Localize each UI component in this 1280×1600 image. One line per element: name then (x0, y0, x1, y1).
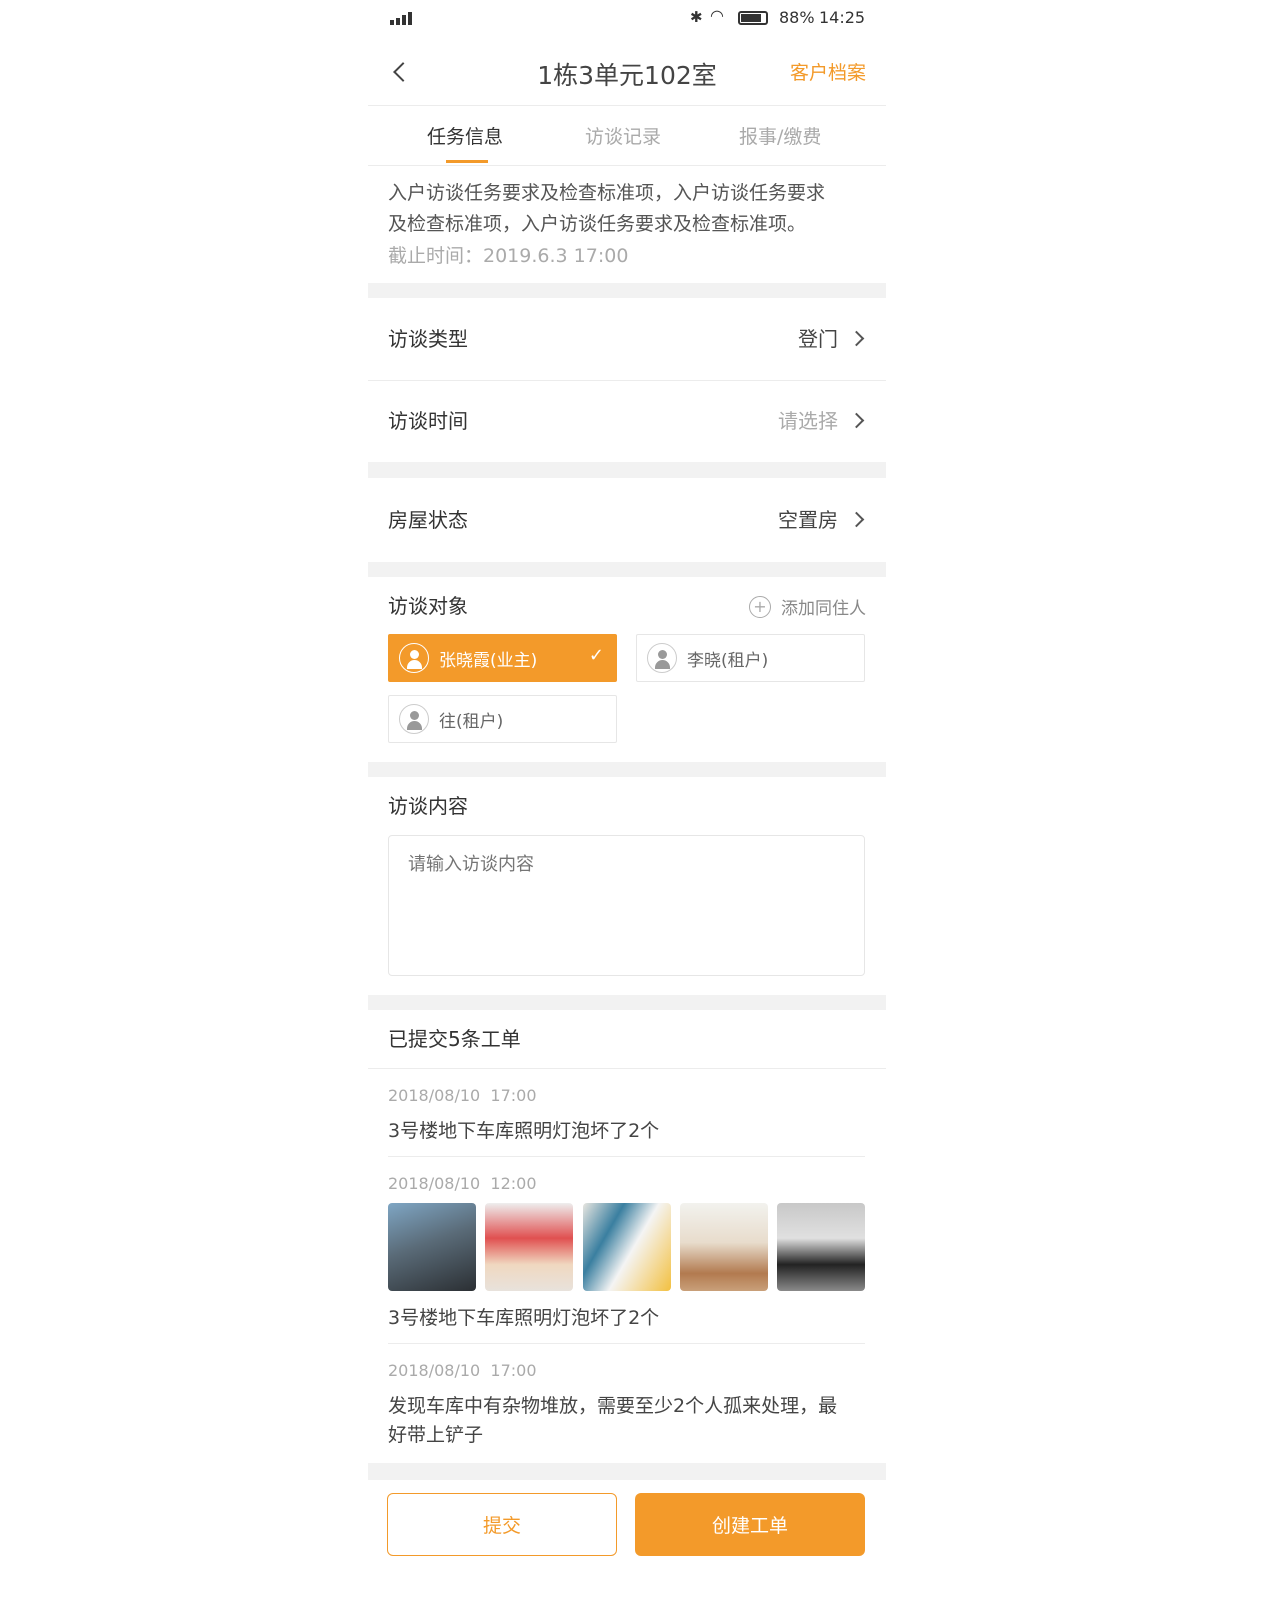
order-date: 2018/08/10 17:00 (388, 1086, 537, 1105)
person-name: 张晓霞(业主) (439, 650, 538, 671)
customer-profile-link[interactable]: 客户档案 (790, 58, 866, 85)
person-name: 李晓(租户) (687, 650, 769, 671)
battery-percent: 88% (779, 8, 815, 27)
chevron-right-icon (848, 330, 865, 347)
row-label: 访谈类型 (388, 327, 468, 351)
wifi-icon: ◠ (710, 6, 724, 25)
order-text: 发现车库中有杂物堆放，需要至少2个人孤来处理，最 (388, 1395, 838, 1417)
row-value: 请选择 (778, 409, 838, 433)
tab-visit-records[interactable]: 访谈记录 (585, 122, 661, 149)
order-photo-dining[interactable] (680, 1203, 768, 1291)
submit-button[interactable]: 提交 (387, 1493, 617, 1556)
avatar-icon (647, 643, 677, 673)
person-chip[interactable]: 往(租户) (388, 695, 617, 743)
row-visit-type[interactable]: 访谈类型 登门 (368, 298, 886, 380)
row-label: 房屋状态 (388, 508, 468, 532)
signal-icon (390, 12, 412, 25)
check-icon: ✓ (588, 645, 604, 666)
person-chip[interactable]: 李晓(租户) (636, 634, 865, 682)
create-order-button[interactable]: 创建工单 (635, 1493, 865, 1556)
tab-report-payment[interactable]: 报事/缴费 (739, 122, 821, 149)
order-photo-chairs[interactable] (485, 1203, 573, 1291)
task-description: 入户访谈任务要求及检查标准项，入户访谈任务要求 (388, 182, 826, 204)
tab-task-info[interactable]: 任务信息 (427, 122, 503, 149)
order-text-2: 好带上铲子 (388, 1424, 484, 1446)
row-visit-time[interactable]: 访谈时间 请选择 (368, 381, 886, 462)
chevron-right-icon (848, 412, 865, 429)
order-date: 2018/08/10 12:00 (388, 1174, 537, 1193)
bluetooth-icon: ✱ (690, 8, 703, 26)
row-label: 访谈时间 (388, 409, 468, 433)
order-photo-vase[interactable] (583, 1203, 671, 1291)
add-cohabitant-label: 添加同住人 (781, 599, 866, 619)
section-title-content: 访谈内容 (388, 794, 468, 818)
plus-circle-icon: + (749, 595, 771, 618)
row-value: 空置房 (778, 508, 838, 532)
visit-content-input[interactable] (388, 835, 865, 976)
person-name: 往(租户) (439, 711, 504, 732)
orders-title: 已提交5条工单 (388, 1027, 521, 1051)
task-description-2: 及检查标准项，入户访谈任务要求及检查标准项。 (388, 213, 807, 235)
tab-underline (446, 160, 488, 163)
chevron-right-icon (848, 511, 865, 528)
section-title-targets: 访谈对象 (388, 594, 468, 618)
clock: 14:25 (819, 8, 866, 27)
order-date: 2018/08/10 17:00 (388, 1361, 537, 1380)
order-photo-building[interactable] (388, 1203, 476, 1291)
order-photo-desk[interactable] (777, 1203, 865, 1291)
avatar-icon (399, 704, 429, 734)
deadline: 截止时间：2019.6.3 17:00 (388, 245, 629, 267)
person-chip-selected[interactable]: 张晓霞(业主) ✓ (388, 634, 617, 682)
add-cohabitant-button[interactable]: + 添加同住人 (749, 594, 866, 619)
battery-icon (738, 11, 768, 25)
avatar-icon (399, 643, 429, 673)
row-value: 登门 (798, 327, 838, 351)
order-text: 3号楼地下车库照明灯泡坏了2个 (388, 1307, 660, 1329)
phone-screen: ✱ ◠ 88% 14:25 1栋3单元102室 客户档案 任务信息 访谈记录 报… (368, 0, 886, 1600)
row-house-status[interactable]: 房屋状态 空置房 (368, 478, 886, 562)
order-text: 3号楼地下车库照明灯泡坏了2个 (388, 1120, 660, 1142)
